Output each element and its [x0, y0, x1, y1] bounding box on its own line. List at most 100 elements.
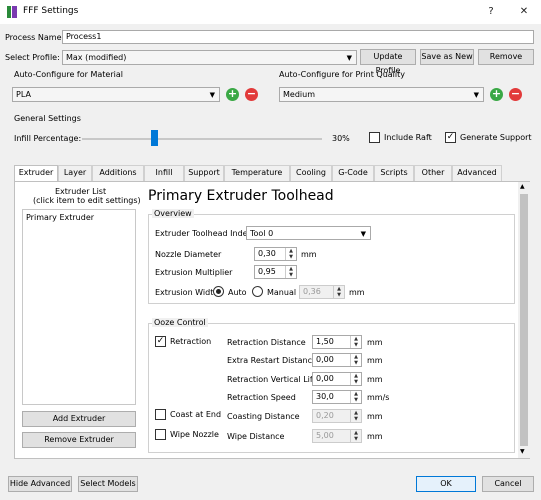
infill-slider-handle[interactable]	[150, 130, 158, 146]
material-label: Auto-Configure for Material	[14, 70, 123, 79]
add-quality-button[interactable]: +	[490, 88, 503, 101]
select-models-button[interactable]: Select Models	[78, 476, 138, 492]
infill-slider[interactable]	[82, 138, 322, 140]
extrusion-width-label: Extrusion Width	[155, 288, 219, 297]
tab-gcode[interactable]: G-Code	[332, 165, 374, 181]
close-button[interactable]: ✕	[512, 3, 536, 21]
extruder-list-hint: (click item to edit settings)	[33, 196, 141, 205]
coasting-distance-label: Coasting Distance	[227, 412, 300, 421]
window-title: FFF Settings	[23, 6, 79, 16]
tab-support[interactable]: Support	[184, 165, 224, 181]
remove-profile-button[interactable]: Remove	[478, 49, 534, 65]
spin-arrows-icon[interactable]: ▲ ▼	[350, 410, 361, 422]
material-dropdown[interactable]: PLA ▼	[12, 87, 220, 102]
process-name-input[interactable]: Process1	[62, 30, 534, 44]
wipe-distance-label: Wipe Distance	[227, 432, 285, 441]
scrollbar-thumb[interactable]	[520, 194, 528, 446]
vertical-lift-spinbox[interactable]: 0,00 ▲ ▼	[312, 372, 362, 386]
retraction-distance-unit: mm	[367, 338, 383, 347]
extrusion-width-unit: mm	[349, 288, 365, 297]
help-button[interactable]: ?	[479, 3, 503, 21]
tab-cooling[interactable]: Cooling	[290, 165, 332, 181]
tab-temperature[interactable]: Temperature	[224, 165, 290, 181]
nozzle-unit: mm	[301, 250, 317, 259]
quality-dropdown[interactable]: Medium ▼	[279, 87, 484, 102]
coasting-distance-unit: mm	[367, 412, 383, 421]
cancel-button[interactable]: Cancel	[482, 476, 534, 492]
select-profile-label: Select Profile:	[5, 53, 60, 62]
toolhead-heading: Primary Extruder Toolhead	[148, 188, 334, 204]
ooze-control-title: Ooze Control	[152, 318, 208, 327]
tab-scripts[interactable]: Scripts	[374, 165, 414, 181]
spin-arrows-icon[interactable]: ▲ ▼	[285, 266, 296, 278]
infill-percentage-label: Infill Percentage:	[14, 134, 82, 143]
tab-additions[interactable]: Additions	[92, 165, 144, 181]
tab-advanced[interactable]: Advanced	[452, 165, 502, 181]
spin-arrows-icon[interactable]: ▲ ▼	[350, 391, 361, 403]
chevron-down-icon: ▼	[360, 230, 366, 238]
width-auto-label: Auto	[228, 288, 247, 297]
extrusion-multiplier-label: Extrusion Multiplier	[155, 268, 233, 277]
wipe-distance-value: 5,00	[316, 431, 334, 440]
overview-title: Overview	[152, 209, 194, 218]
retraction-speed-spinbox[interactable]: 30,0 ▲ ▼	[312, 390, 362, 404]
extrusion-width-spinbox[interactable]: 0,36 ▲ ▼	[299, 285, 345, 299]
spin-arrows-icon[interactable]: ▲ ▼	[350, 373, 361, 385]
add-extruder-button[interactable]: Add Extruder	[22, 411, 136, 427]
extruder-list[interactable]: Primary Extruder	[22, 209, 136, 405]
save-as-new-button[interactable]: Save as New	[420, 49, 474, 65]
include-raft-label: Include Raft	[384, 133, 432, 142]
retraction-speed-label: Retraction Speed	[227, 393, 296, 402]
coast-at-end-checkbox[interactable]	[155, 409, 166, 420]
include-raft-checkbox[interactable]	[369, 132, 380, 143]
update-profile-button[interactable]: Update Profile	[360, 49, 416, 75]
extra-restart-label: Extra Restart Distance	[227, 356, 317, 365]
title-bar: FFF Settings ? ✕	[0, 0, 541, 24]
nozzle-diameter-spinbox[interactable]: 0,30 ▲ ▼	[254, 247, 297, 261]
remove-material-button[interactable]: −	[245, 88, 258, 101]
vertical-lift-value: 0,00	[316, 374, 334, 383]
add-material-button[interactable]: +	[226, 88, 239, 101]
toolhead-index-dropdown[interactable]: Tool 0 ▼	[246, 226, 371, 240]
chevron-down-icon: ▼	[346, 54, 352, 62]
scroll-up-icon[interactable]: ▲	[520, 183, 525, 190]
ok-button[interactable]: OK	[416, 476, 476, 492]
vertical-scrollbar[interactable]: ▲ ▼	[518, 182, 530, 458]
tab-infill[interactable]: Infill	[144, 165, 184, 181]
coasting-distance-spinbox[interactable]: 0,20 ▲ ▼	[312, 409, 362, 423]
generate-support-label: Generate Support	[460, 133, 532, 142]
spin-arrows-icon[interactable]: ▲ ▼	[285, 248, 296, 260]
width-manual-radio[interactable]	[252, 286, 263, 297]
width-auto-radio[interactable]	[213, 286, 224, 297]
profile-dropdown[interactable]: Max (modified) ▼	[62, 50, 357, 65]
toolhead-index-label: Extruder Toolhead Index	[155, 229, 253, 238]
retraction-speed-unit: mm/s	[367, 393, 390, 402]
spin-arrows-icon[interactable]: ▲ ▼	[333, 286, 344, 298]
extrusion-multiplier-value: 0,95	[258, 267, 276, 276]
width-manual-label: Manual	[267, 288, 297, 297]
tab-layer[interactable]: Layer	[58, 165, 92, 181]
retraction-speed-value: 30,0	[316, 392, 334, 401]
extruder-list-title: Extruder List	[55, 187, 107, 196]
wipe-nozzle-checkbox[interactable]	[155, 429, 166, 440]
spin-arrows-icon[interactable]: ▲ ▼	[350, 354, 361, 366]
generate-support-checkbox[interactable]: ✓	[445, 132, 456, 143]
app-icon	[7, 6, 17, 18]
list-item[interactable]: Primary Extruder	[26, 213, 94, 222]
extra-restart-spinbox[interactable]: 0,00 ▲ ▼	[312, 353, 362, 367]
coasting-distance-value: 0,20	[316, 411, 334, 420]
vertical-lift-unit: mm	[367, 375, 383, 384]
material-dropdown-value: PLA	[16, 90, 31, 99]
spin-arrows-icon[interactable]: ▲ ▼	[350, 336, 361, 348]
scroll-down-icon[interactable]: ▼	[520, 448, 525, 455]
retraction-distance-spinbox[interactable]: 1,50 ▲ ▼	[312, 335, 362, 349]
remove-extruder-button[interactable]: Remove Extruder	[22, 432, 136, 448]
spin-arrows-icon[interactable]: ▲ ▼	[350, 430, 361, 442]
wipe-distance-spinbox[interactable]: 5,00 ▲ ▼	[312, 429, 362, 443]
retraction-checkbox[interactable]: ✓	[155, 336, 166, 347]
tab-other[interactable]: Other	[414, 165, 452, 181]
tab-extruder[interactable]: Extruder	[14, 165, 58, 182]
hide-advanced-button[interactable]: Hide Advanced	[8, 476, 72, 492]
extrusion-multiplier-spinbox[interactable]: 0,95 ▲ ▼	[254, 265, 297, 279]
remove-quality-button[interactable]: −	[509, 88, 522, 101]
